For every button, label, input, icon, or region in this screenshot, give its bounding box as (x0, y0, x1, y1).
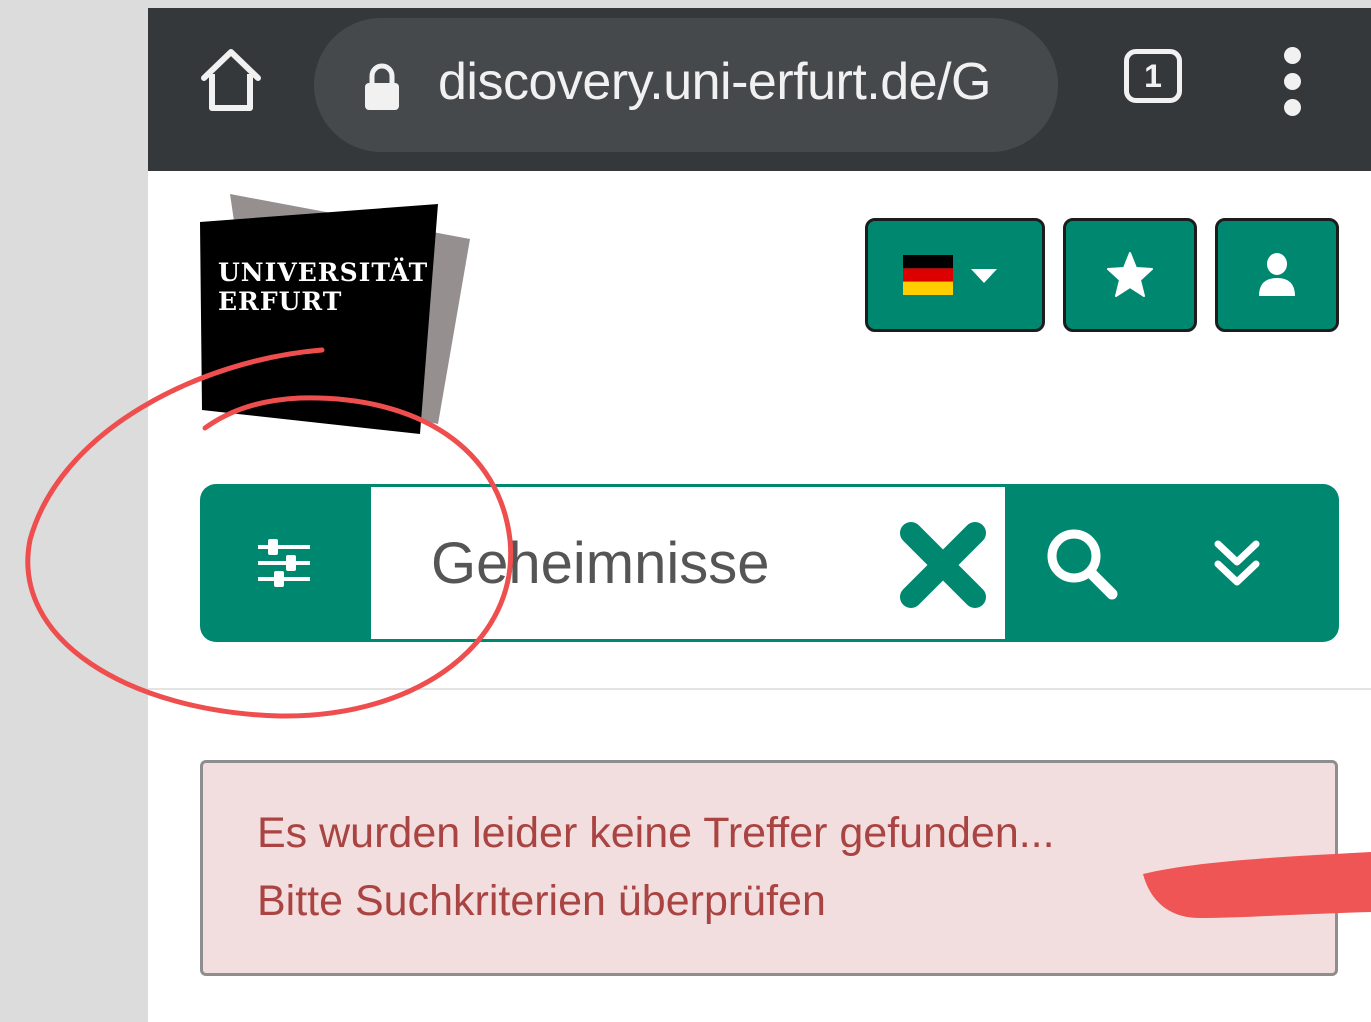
language-select-button[interactable] (865, 218, 1045, 332)
url-fade (988, 18, 1058, 152)
search-bar (200, 484, 1339, 642)
search-icon[interactable] (1040, 522, 1124, 606)
alert-line-2: Bitte Suchkriterien überprüfen (257, 877, 826, 925)
home-icon[interactable] (196, 44, 266, 114)
logo-text: UNIVERSITÄT ERFURT (218, 258, 429, 316)
browser-toolbar: discovery.uni-erfurt.de/G 1 (148, 8, 1371, 171)
account-button[interactable] (1215, 218, 1339, 332)
more-vert-icon[interactable] (1278, 44, 1308, 118)
favorites-button[interactable] (1063, 218, 1197, 332)
star-icon (1107, 252, 1153, 297)
browser-viewport: discovery.uni-erfurt.de/G 1 UNIVERSITÄT … (148, 8, 1371, 1022)
divider (148, 688, 1371, 690)
chevron-double-down-icon[interactable] (1206, 532, 1268, 594)
tab-switcher-icon[interactable]: 1 (1124, 49, 1182, 103)
sliders-icon (258, 539, 310, 587)
no-results-alert: Es wurden leider keine Treffer gefunden.… (200, 760, 1338, 976)
url-text: discovery.uni-erfurt.de/G (438, 53, 991, 111)
close-x-icon[interactable] (899, 521, 987, 609)
search-input[interactable] (371, 487, 881, 639)
user-icon (1259, 253, 1295, 296)
search-filter-button[interactable] (200, 484, 368, 642)
address-bar[interactable]: discovery.uni-erfurt.de/G (314, 18, 1058, 152)
lock-icon (365, 63, 399, 110)
search-input-wrapper (368, 484, 1008, 642)
german-flag-icon (903, 255, 997, 295)
alert-line-1: Es wurden leider keine Treffer gefunden.… (257, 809, 1055, 857)
caret-down-icon (971, 269, 997, 283)
tab-count: 1 (1144, 57, 1162, 94)
